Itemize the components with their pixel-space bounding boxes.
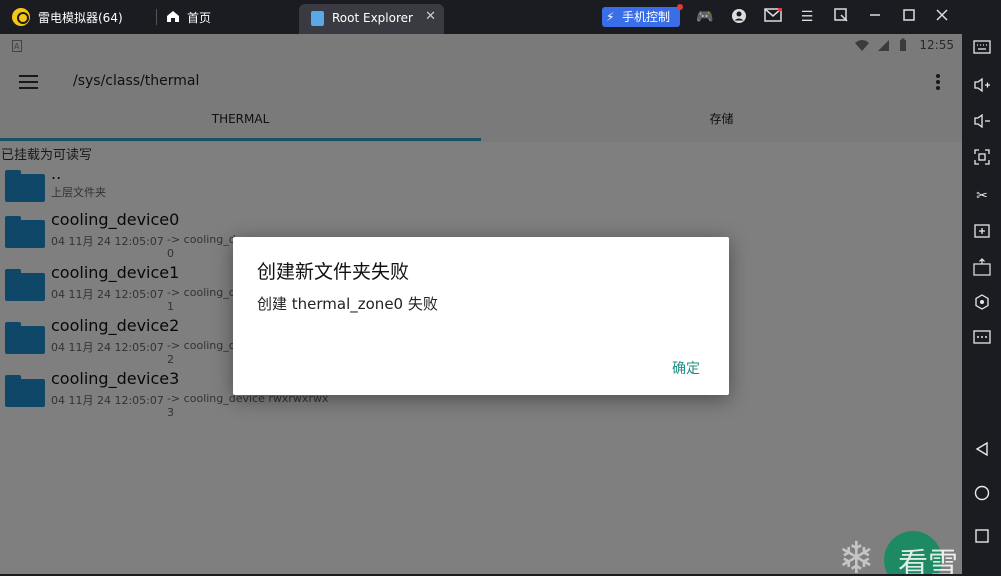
mail-icon[interactable] (764, 7, 782, 26)
menu-icon[interactable]: ☰ (798, 8, 816, 26)
emulator-titlebar: 雷电模拟器(64) 首页 Root Explorer ✕ 手机控制 🎮 ☰ (0, 0, 1001, 34)
titlebar-divider (156, 9, 157, 25)
emulator-sidebar: ✂ (962, 34, 1001, 576)
notification-dot (677, 4, 683, 10)
add-window-icon[interactable] (972, 222, 992, 242)
tab-label: Root Explorer (332, 11, 413, 25)
volume-down-icon[interactable] (972, 113, 992, 133)
restore-icon[interactable] (832, 8, 850, 26)
back-icon[interactable] (972, 441, 992, 461)
watermark: ❄ 看雪 (838, 531, 962, 574)
emulator-window: { "titlebar": { "app_name": "雷电模拟器(64)",… (0, 0, 1001, 576)
root-explorer-app-icon (311, 11, 324, 26)
user-icon[interactable] (730, 8, 748, 26)
android-screen: A 12:55 /sys/class/thermal THERMAL 存储 已挂… (0, 34, 962, 574)
maximize-icon[interactable] (900, 8, 918, 26)
ok-button[interactable]: 确定 (662, 356, 710, 382)
phone-control-label: 手机控制 (622, 10, 671, 24)
home-tab-label[interactable]: 首页 (187, 9, 211, 26)
keyboard-icon[interactable] (972, 40, 992, 60)
close-icon[interactable] (933, 8, 951, 26)
phone-control-button[interactable]: 手机控制 (602, 4, 683, 27)
watermark-text: 看雪 (898, 547, 958, 574)
emulator-app-name: 雷电模拟器(64) (38, 11, 123, 25)
error-dialog: 创建新文件夹失败 创建 thermal_zone0 失败 确定 (233, 237, 729, 395)
apk-install-icon[interactable] (972, 258, 992, 278)
tab-root-explorer[interactable]: Root Explorer ✕ (299, 4, 444, 34)
emulator-logo-icon (12, 8, 30, 26)
tab-close-icon[interactable]: ✕ (425, 9, 436, 24)
fullscreen-icon[interactable] (972, 149, 992, 169)
volume-up-icon[interactable] (972, 77, 992, 97)
more-options-icon[interactable] (972, 330, 992, 350)
snowflake-icon: ❄ (838, 533, 875, 574)
gamepad-icon[interactable]: 🎮 (696, 8, 714, 26)
dialog-title: 创建新文件夹失败 (257, 261, 410, 283)
minimize-icon[interactable] (866, 8, 884, 26)
scissors-icon[interactable]: ✂ (972, 186, 992, 206)
dialog-message: 创建 thermal_zone0 失败 (257, 295, 438, 313)
location-icon[interactable] (972, 294, 992, 314)
home-button-icon[interactable] (972, 485, 992, 505)
recent-apps-icon[interactable] (972, 528, 992, 548)
home-icon[interactable] (166, 10, 180, 23)
